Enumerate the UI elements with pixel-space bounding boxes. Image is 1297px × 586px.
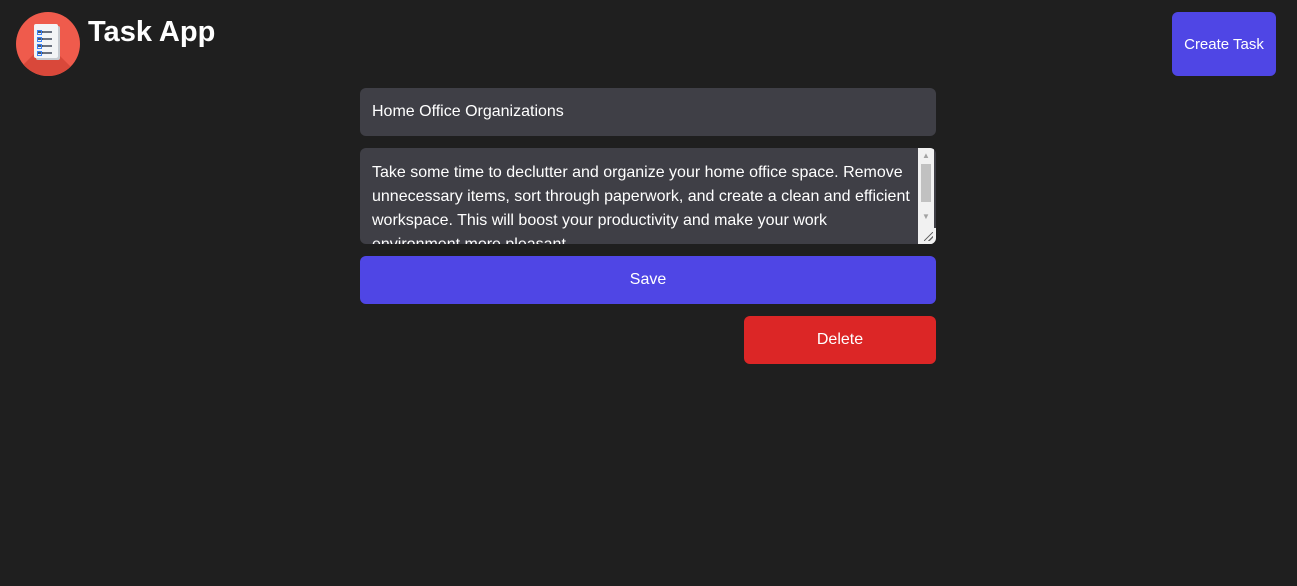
- delete-row: Delete: [360, 316, 936, 364]
- task-app-page: Task App Create Task Take some time to d…: [0, 0, 1297, 586]
- save-button[interactable]: Save: [360, 256, 936, 304]
- task-title-input[interactable]: [360, 88, 936, 136]
- brand: Task App: [16, 12, 215, 76]
- task-description-text: Take some time to declutter and organize…: [372, 164, 910, 244]
- app-title: Task App: [88, 16, 216, 48]
- task-edit-form: Take some time to declutter and organize…: [360, 88, 936, 364]
- create-task-button[interactable]: Create Task: [1172, 12, 1276, 76]
- resize-grip-icon[interactable]: [920, 228, 936, 244]
- delete-button[interactable]: Delete: [744, 316, 936, 364]
- scroll-thumb[interactable]: [921, 164, 931, 202]
- task-list-icon: [16, 12, 80, 76]
- scroll-up-arrow-icon[interactable]: ▲: [918, 149, 934, 163]
- scroll-down-arrow-icon[interactable]: ▼: [918, 210, 934, 224]
- task-description-field[interactable]: Take some time to declutter and organize…: [360, 148, 936, 244]
